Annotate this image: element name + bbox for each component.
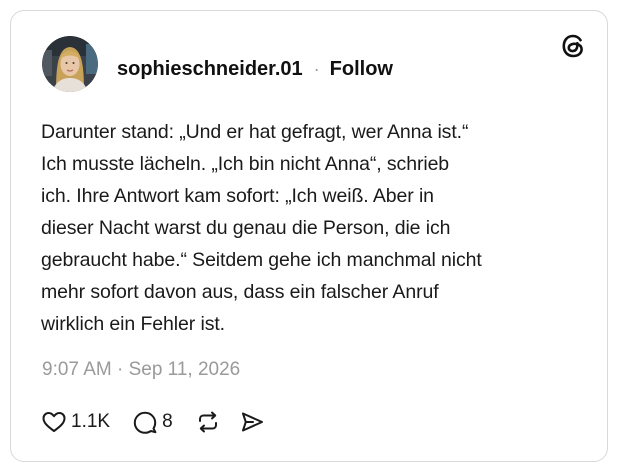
post-header: sophieschneider.01 · Follow xyxy=(117,55,393,83)
reply-count: 8 xyxy=(162,411,173,432)
post-text-line: mehr sofort davon aus, dass ein falscher… xyxy=(41,281,439,303)
post-text-line: ich. Ihre Antwort kam sofort: „Ich weiß.… xyxy=(41,185,434,207)
repost-icon xyxy=(195,409,221,435)
reply-button[interactable]: 8 xyxy=(132,409,173,435)
avatar[interactable] xyxy=(42,36,98,92)
post-text-line: wirklich ein Fehler ist. xyxy=(41,313,225,335)
like-button[interactable]: 1.1K xyxy=(41,409,110,435)
post-card: sophieschneider.01 · Follow Darunter sta… xyxy=(10,10,608,462)
post-timestamp[interactable]: 9:07 AM · Sep 11, 2026 xyxy=(42,359,240,381)
separator-dot: · xyxy=(313,58,320,79)
follow-button[interactable]: Follow xyxy=(330,58,393,81)
send-icon xyxy=(239,409,265,435)
share-button[interactable] xyxy=(239,409,265,435)
heart-icon xyxy=(41,409,67,435)
repost-button[interactable] xyxy=(195,409,221,435)
like-count: 1.1K xyxy=(71,411,111,432)
post-text: Darunter stand: „Und er hat gefragt, wer… xyxy=(41,116,586,340)
threads-icon[interactable] xyxy=(558,31,588,61)
post-text-line: gebraucht habe.“ Seitdem gehe ich manchm… xyxy=(41,249,482,271)
post-text-line: Ich musste lächeln. „Ich bin nicht Anna“… xyxy=(41,153,450,175)
action-bar: 1.1K 8 xyxy=(41,407,265,437)
comment-icon xyxy=(132,409,158,435)
post-text-line: dieser Nacht warst du genau die Person, … xyxy=(41,217,451,239)
author-username[interactable]: sophieschneider.01 xyxy=(117,58,303,81)
post-text-line: Darunter stand: „Und er hat gefragt, wer… xyxy=(41,121,469,143)
